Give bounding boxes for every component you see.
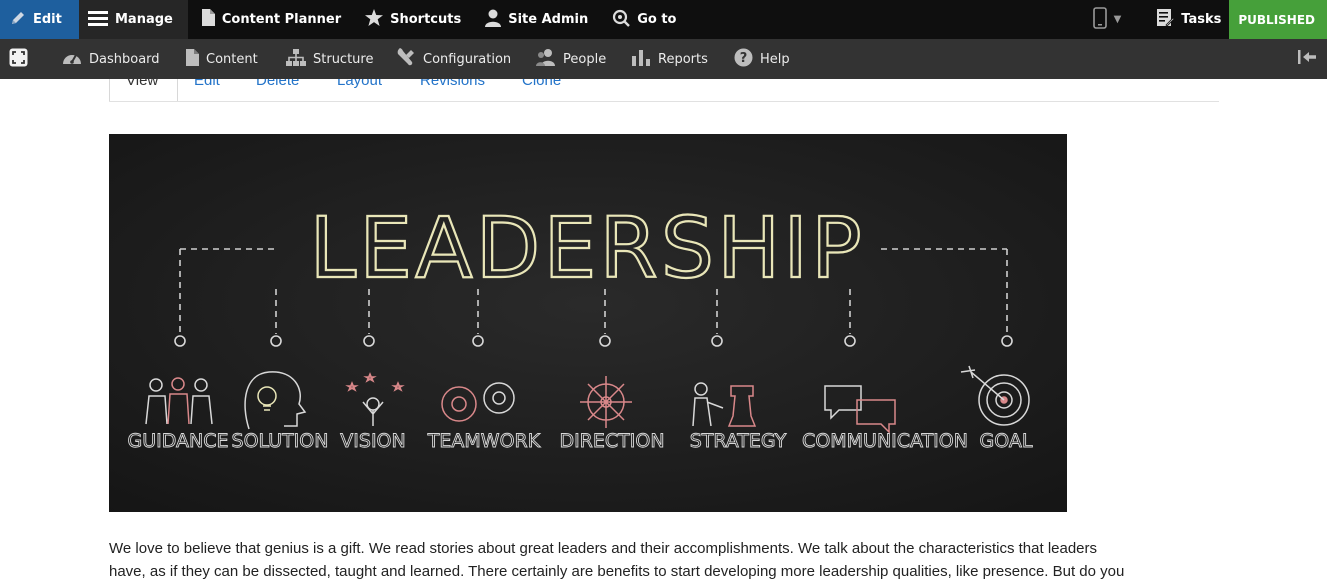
go-to-label: Go to bbox=[637, 12, 677, 27]
content-planner-link[interactable]: Content Planner bbox=[188, 0, 353, 39]
document-icon bbox=[186, 48, 199, 70]
device-preview-toggle[interactable]: ▼ bbox=[1083, 0, 1132, 39]
site-admin-link[interactable]: Site Admin bbox=[473, 0, 600, 39]
wrench-icon bbox=[397, 47, 416, 71]
chevron-down-icon: ▼ bbox=[1113, 13, 1122, 25]
site-admin-label: Site Admin bbox=[508, 12, 589, 27]
menu-dashboard[interactable]: Dashboard bbox=[62, 49, 160, 69]
tab-layout[interactable]: Layout bbox=[337, 79, 382, 89]
hamburger-icon bbox=[88, 10, 108, 30]
leadership-title: LEADERSHIP bbox=[309, 199, 864, 297]
help-label: Help bbox=[760, 51, 790, 67]
manage-label: Manage bbox=[115, 12, 173, 27]
body-paragraph-line-2: have, as if they can be dissected, taugh… bbox=[109, 562, 1125, 580]
menu-help[interactable]: ? Help bbox=[734, 48, 790, 71]
label-solution: SOLUTION bbox=[232, 430, 329, 452]
structure-label: Structure bbox=[313, 51, 374, 67]
tab-view[interactable]: View bbox=[109, 79, 178, 101]
published-label: PUBLISHED bbox=[1238, 12, 1315, 27]
menu-people[interactable]: People bbox=[536, 48, 606, 70]
content-planner-label: Content Planner bbox=[221, 12, 342, 27]
star-icon bbox=[365, 9, 384, 30]
chalkboard-illustration: LEADERSHIP GUIDANCE SOLUTION VISION TEAM… bbox=[109, 134, 1067, 512]
tab-revisions[interactable]: Revisions bbox=[420, 79, 485, 89]
published-status-badge[interactable]: PUBLISHED bbox=[1229, 0, 1327, 39]
tasks-label: Tasks bbox=[1181, 12, 1222, 27]
local-tabs: View Edit Delete Layout Revisions Clone bbox=[109, 79, 1219, 102]
tab-clone[interactable]: Clone bbox=[522, 79, 561, 89]
help-icon: ? bbox=[734, 48, 753, 71]
admin-toolbar: Edit Manage Content Planner Shortcuts Si… bbox=[0, 0, 1327, 39]
mobile-device-icon bbox=[1092, 6, 1107, 33]
leadership-image: LEADERSHIP GUIDANCE SOLUTION VISION TEAM… bbox=[109, 134, 1067, 512]
collapse-tray-button[interactable] bbox=[1298, 49, 1317, 69]
structure-icon bbox=[286, 48, 306, 70]
svg-text:?: ? bbox=[740, 51, 748, 66]
admin-menu-tray: Dashboard Content Structure Configuratio… bbox=[0, 39, 1327, 79]
dashboard-label: Dashboard bbox=[89, 51, 160, 67]
label-guidance: GUIDANCE bbox=[127, 430, 228, 452]
document-icon bbox=[201, 9, 215, 30]
label-direction: DIRECTION bbox=[559, 430, 664, 452]
menu-content[interactable]: Content bbox=[186, 48, 258, 70]
edit-label: Edit bbox=[33, 12, 62, 27]
dashboard-icon bbox=[62, 49, 82, 69]
tasks-link[interactable]: Tasks bbox=[1131, 0, 1229, 39]
go-to-link[interactable]: Go to bbox=[600, 0, 688, 39]
user-icon bbox=[485, 9, 502, 31]
label-strategy: STRATEGY bbox=[690, 430, 787, 452]
label-teamwork: TEAMWORK bbox=[427, 430, 541, 452]
configuration-label: Configuration bbox=[423, 51, 512, 67]
collapse-left-icon bbox=[1298, 49, 1317, 69]
tasks-icon bbox=[1157, 8, 1175, 31]
label-vision: VISION bbox=[340, 430, 405, 452]
edit-button[interactable]: Edit bbox=[0, 0, 79, 39]
menu-structure[interactable]: Structure bbox=[286, 48, 374, 70]
article-body: We love to believe that genius is a gift… bbox=[109, 538, 1219, 583]
tab-delete[interactable]: Delete bbox=[256, 79, 299, 89]
search-icon bbox=[612, 9, 631, 31]
reports-label: Reports bbox=[658, 51, 708, 67]
label-goal: GOAL bbox=[980, 430, 1033, 452]
body-paragraph-line-1: We love to believe that genius is a gift… bbox=[109, 540, 1098, 557]
people-label: People bbox=[563, 51, 607, 67]
label-communication: COMMUNICATION bbox=[802, 430, 968, 452]
people-icon bbox=[536, 48, 556, 70]
pencil-icon bbox=[10, 10, 26, 30]
content-label: Content bbox=[206, 51, 258, 67]
menu-reports[interactable]: Reports bbox=[632, 48, 708, 70]
menu-configuration[interactable]: Configuration bbox=[397, 47, 512, 71]
fullscreen-icon bbox=[9, 48, 28, 71]
shortcuts-label: Shortcuts bbox=[390, 12, 462, 27]
fullscreen-toggle[interactable] bbox=[9, 48, 28, 71]
image-labels: GUIDANCE SOLUTION VISION TEAMWORK DIRECT… bbox=[127, 430, 1033, 453]
shortcuts-link[interactable]: Shortcuts bbox=[353, 0, 473, 39]
tab-edit[interactable]: Edit bbox=[194, 79, 220, 89]
manage-button[interactable]: Manage bbox=[79, 0, 188, 39]
bar-chart-icon bbox=[632, 48, 651, 70]
